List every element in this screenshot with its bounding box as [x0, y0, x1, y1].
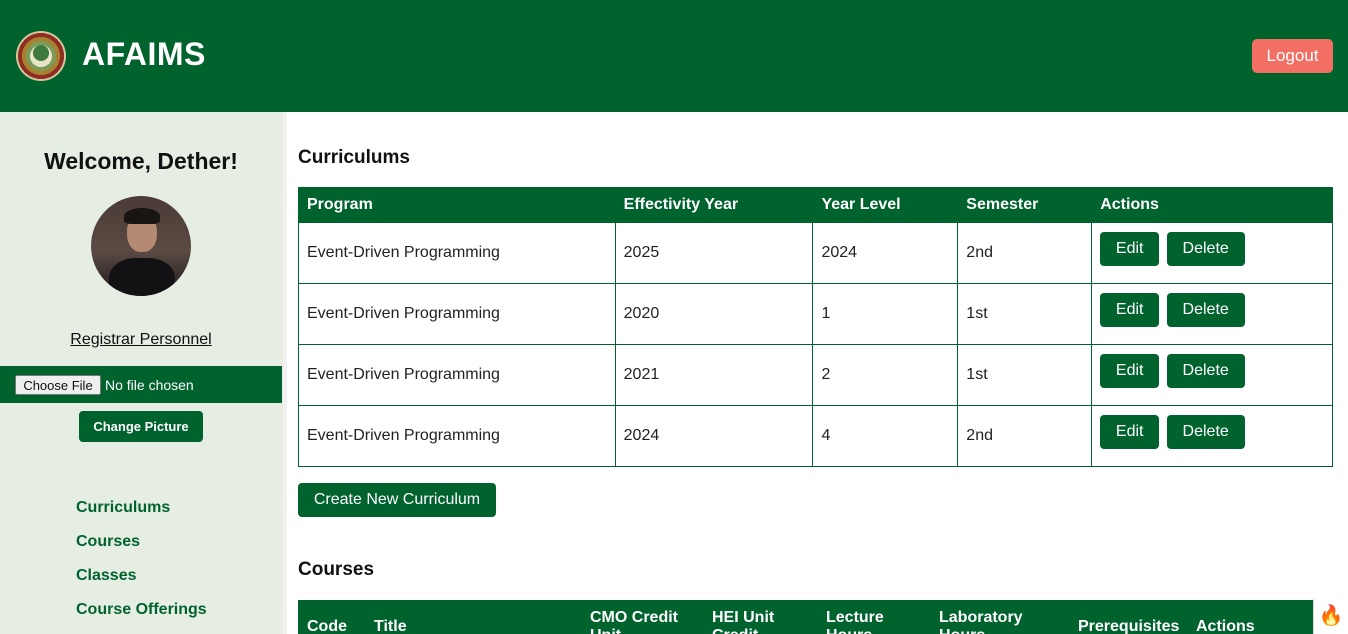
sidebar-nav: Curriculums Courses Classes Course Offer…: [76, 499, 207, 634]
edit-button[interactable]: Edit: [1100, 354, 1160, 388]
table-row: Event-Driven Programming 2024 4 2nd Edit…: [298, 405, 1333, 467]
logout-button[interactable]: Logout: [1252, 39, 1333, 73]
column-header-code: Code: [307, 618, 347, 634]
cell-semester: 1st: [957, 344, 1093, 406]
table-row: Event-Driven Programming 2025 2024 2nd E…: [298, 222, 1333, 284]
table-header-row: Program Effectivity Year Year Level Seme…: [298, 187, 1333, 223]
cell-program: Event-Driven Programming: [298, 344, 616, 406]
delete-button[interactable]: Delete: [1166, 293, 1245, 327]
sidebar-item-course-offerings[interactable]: Course Offerings: [76, 601, 207, 634]
cell-semester: 2nd: [957, 405, 1093, 467]
table-row: Event-Driven Programming 2021 2 1st Edit…: [298, 344, 1333, 406]
courses-table-header: Code Title CMO Credit Unit HEI Unit Cred…: [298, 600, 1313, 634]
sidebar-item-courses[interactable]: Courses: [76, 533, 207, 567]
change-picture-button[interactable]: Change Picture: [79, 411, 203, 442]
column-header-hei-unit-credit: HEI Unit Credit: [712, 609, 775, 634]
cell-actions: Edit Delete: [1091, 283, 1333, 345]
choose-file-button[interactable]: Choose File: [15, 375, 101, 395]
sidebar-item-curriculums[interactable]: Curriculums: [76, 499, 207, 533]
cell-semester: 1st: [957, 283, 1093, 345]
cell-year-level: 1: [812, 283, 959, 345]
table-row: Event-Driven Programming 2020 1 1st Edit…: [298, 283, 1333, 345]
top-header: AFAIMS Logout: [0, 0, 1348, 112]
column-header-actions: Actions: [1091, 187, 1333, 223]
sidebar-divider: [283, 112, 287, 634]
app-brand: AFAIMS: [82, 36, 206, 72]
institution-seal-icon: [16, 31, 66, 81]
column-header-cmo-credit-unit: CMO Credit Unit: [590, 609, 678, 634]
column-header-effectivity-year: Effectivity Year: [614, 187, 814, 223]
edit-button[interactable]: Edit: [1100, 293, 1160, 327]
column-header-semester: Semester: [957, 187, 1093, 223]
column-header-laboratory-hours: Laboratory Hours: [939, 609, 1023, 634]
cell-program: Event-Driven Programming: [298, 222, 616, 284]
cell-program: Event-Driven Programming: [298, 283, 616, 345]
cell-year-level: 2: [812, 344, 959, 406]
cell-actions: Edit Delete: [1091, 405, 1333, 467]
cell-actions: Edit Delete: [1091, 344, 1333, 406]
column-header-year-level: Year Level: [812, 187, 959, 223]
column-header-prerequisites: Prerequisites: [1078, 618, 1180, 634]
column-header-lecture-hours: Lecture Hours: [826, 609, 884, 634]
curriculums-table: Program Effectivity Year Year Level Seme…: [298, 187, 1333, 467]
create-curriculum-button[interactable]: Create New Curriculum: [298, 483, 496, 517]
cell-effectivity-year: 2020: [614, 283, 814, 345]
cell-year-level: 2024: [812, 222, 959, 284]
delete-button[interactable]: Delete: [1166, 354, 1245, 388]
courses-heading: Courses: [298, 559, 375, 580]
cell-effectivity-year: 2024: [614, 405, 814, 467]
cell-program: Event-Driven Programming: [298, 405, 616, 467]
sidebar-item-classes[interactable]: Classes: [76, 567, 207, 601]
cell-year-level: 4: [812, 405, 959, 467]
sidebar: Welcome, Dether! Registrar Personnel Cho…: [0, 112, 283, 634]
file-upload-bar: Choose File No file chosen: [0, 366, 282, 403]
welcome-message: Welcome, Dether!: [44, 148, 238, 174]
cell-effectivity-year: 2025: [614, 222, 814, 284]
flame-icon[interactable]: 🔥: [1313, 598, 1348, 634]
column-header-title: Title: [374, 618, 407, 634]
delete-button[interactable]: Delete: [1166, 415, 1245, 449]
cell-effectivity-year: 2021: [614, 344, 814, 406]
file-status: No file chosen: [105, 377, 194, 393]
avatar: [91, 196, 191, 296]
edit-button[interactable]: Edit: [1100, 415, 1160, 449]
cell-actions: Edit Delete: [1091, 222, 1333, 284]
curriculums-heading: Curriculums: [298, 147, 410, 168]
delete-button[interactable]: Delete: [1166, 232, 1245, 266]
user-role: Registrar Personnel: [70, 331, 212, 348]
edit-button[interactable]: Edit: [1100, 232, 1160, 266]
cell-semester: 2nd: [957, 222, 1093, 284]
column-header-actions: Actions: [1196, 618, 1255, 634]
column-header-program: Program: [298, 187, 616, 223]
